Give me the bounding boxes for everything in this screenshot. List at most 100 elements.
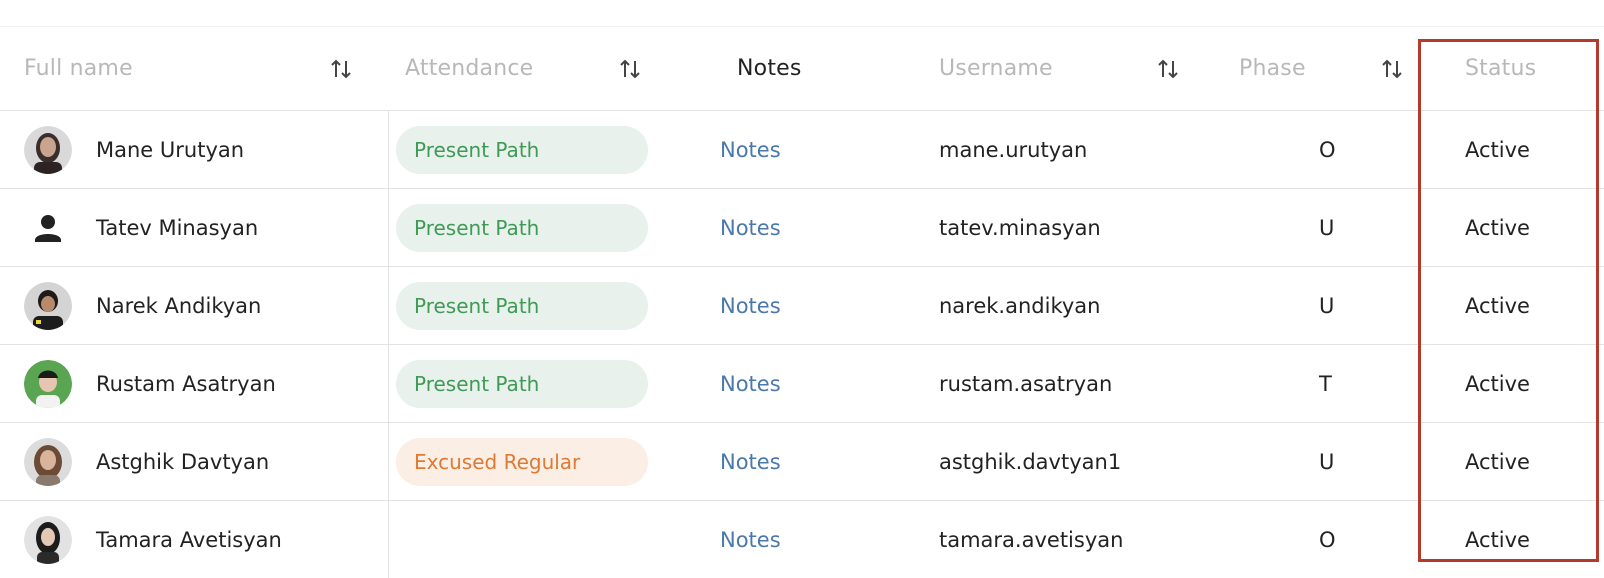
attendance-cell: Present Path xyxy=(389,189,680,266)
person-name: Tamara Avetisyan xyxy=(96,528,282,552)
phase-text: T xyxy=(1319,371,1332,396)
attendance-cell: Excused Regular xyxy=(389,423,680,500)
phase-text: O xyxy=(1319,137,1336,162)
sort-icon[interactable] xyxy=(1381,57,1403,81)
avatar xyxy=(24,516,72,564)
header-notes: Notes xyxy=(680,27,917,110)
phase-cell: U xyxy=(1207,189,1427,266)
status-text: Active xyxy=(1465,137,1530,162)
avatar xyxy=(24,281,72,330)
table-row[interactable]: Rustam Asatryan Present Path Notes rusta… xyxy=(0,345,1604,423)
status-cell: Active xyxy=(1427,501,1604,578)
attendance-cell: Present Path xyxy=(389,267,680,344)
status-cell: Active xyxy=(1427,111,1604,188)
status-cell: Active xyxy=(1427,345,1604,422)
phase-cell: O xyxy=(1207,501,1427,578)
notes-link[interactable]: Notes xyxy=(720,294,781,318)
notes-cell: Notes xyxy=(680,423,917,500)
person-name: Tatev Minasyan xyxy=(96,215,259,240)
name-cell: Astghik Davtyan xyxy=(0,423,389,500)
username-cell: tatev.minasyan xyxy=(917,189,1207,266)
table-row[interactable]: Astghik Davtyan Excused Regular Notes as… xyxy=(0,423,1604,501)
status-text: Active xyxy=(1465,215,1530,240)
username-text: rustam.asatryan xyxy=(939,371,1113,396)
notes-link[interactable]: Notes xyxy=(720,450,781,474)
header-full-name[interactable]: Full name xyxy=(0,27,389,110)
notes-link[interactable]: Notes xyxy=(720,372,781,396)
status-cell: Active xyxy=(1427,189,1604,266)
table-header: Full name Attendance Notes Username Phas… xyxy=(0,27,1604,111)
status-text: Active xyxy=(1465,371,1530,396)
sort-icon[interactable] xyxy=(1157,57,1179,81)
header-username[interactable]: Username xyxy=(917,27,1207,110)
notes-link[interactable]: Notes xyxy=(720,528,781,552)
header-status-label: Status xyxy=(1465,56,1537,81)
status-cell: Active xyxy=(1427,423,1604,500)
name-cell: Narek Andikyan xyxy=(0,267,389,344)
table-row[interactable]: Tatev Minasyan Present Path Notes tatev.… xyxy=(0,189,1604,267)
table-row[interactable]: Tamara Avetisyan Notes tamara.avetisyan … xyxy=(0,501,1604,578)
phase-cell: T xyxy=(1207,345,1427,422)
header-phase[interactable]: Phase xyxy=(1207,27,1427,110)
status-text: Active xyxy=(1465,293,1530,318)
avatar xyxy=(24,437,72,486)
notes-link[interactable]: Notes xyxy=(720,216,781,240)
phase-cell: O xyxy=(1207,111,1427,188)
attendance-badge[interactable]: Present Path xyxy=(396,125,648,174)
header-phase-label: Phase xyxy=(1239,56,1306,81)
notes-link[interactable]: Notes xyxy=(720,138,781,162)
header-status: Status xyxy=(1427,27,1604,110)
notes-cell: Notes xyxy=(680,189,917,266)
username-text: mane.urutyan xyxy=(939,137,1088,162)
students-table-page: Full name Attendance Notes Username Phas… xyxy=(0,0,1604,578)
notes-cell: Notes xyxy=(680,345,917,422)
phase-text: U xyxy=(1319,449,1335,474)
attendance-cell xyxy=(389,501,680,578)
header-username-label: Username xyxy=(939,56,1053,81)
username-cell: tamara.avetisyan xyxy=(917,501,1207,578)
header-attendance[interactable]: Attendance xyxy=(389,27,680,110)
phase-cell: U xyxy=(1207,423,1427,500)
person-icon xyxy=(35,214,61,242)
person-name: Narek Andikyan xyxy=(96,293,262,318)
header-full-name-label: Full name xyxy=(24,56,133,81)
phase-text: U xyxy=(1319,215,1335,240)
username-text: tamara.avetisyan xyxy=(939,528,1124,552)
username-cell: rustam.asatryan xyxy=(917,345,1207,422)
header-notes-label: Notes xyxy=(737,56,802,81)
username-text: tatev.minasyan xyxy=(939,215,1101,240)
person-name: Mane Urutyan xyxy=(96,137,245,162)
attendance-cell: Present Path xyxy=(389,111,680,188)
status-text: Active xyxy=(1465,449,1530,474)
name-cell: Tamara Avetisyan xyxy=(0,501,389,578)
attendance-cell: Present Path xyxy=(389,345,680,422)
name-cell: Rustam Asatryan xyxy=(0,345,389,422)
person-name: Astghik Davtyan xyxy=(96,449,270,474)
username-text: narek.andikyan xyxy=(939,293,1101,318)
notes-cell: Notes xyxy=(680,501,917,578)
username-text: astghik.davtyan1 xyxy=(939,449,1122,474)
sort-icon[interactable] xyxy=(330,57,352,81)
sort-icon[interactable] xyxy=(619,57,641,81)
phase-text: U xyxy=(1319,293,1335,318)
table-row[interactable]: Narek Andikyan Present Path Notes narek.… xyxy=(0,267,1604,345)
notes-cell: Notes xyxy=(680,111,917,188)
status-cell: Active xyxy=(1427,267,1604,344)
attendance-badge[interactable]: Present Path xyxy=(396,281,648,330)
status-text: Active xyxy=(1465,528,1530,552)
notes-cell: Notes xyxy=(680,267,917,344)
header-attendance-label: Attendance xyxy=(405,56,534,81)
attendance-badge[interactable]: Present Path xyxy=(396,203,648,252)
person-name: Rustam Asatryan xyxy=(96,371,276,396)
table-row[interactable]: Mane Urutyan Present Path Notes mane.uru… xyxy=(0,111,1604,189)
top-strip xyxy=(0,0,1604,27)
name-cell: Tatev Minasyan xyxy=(0,189,389,266)
students-table: Full name Attendance Notes Username Phas… xyxy=(0,27,1604,578)
avatar xyxy=(24,359,72,408)
attendance-badge[interactable]: Present Path xyxy=(396,359,648,408)
attendance-badge[interactable]: Excused Regular xyxy=(396,437,648,486)
username-cell: narek.andikyan xyxy=(917,267,1207,344)
name-cell: Mane Urutyan xyxy=(0,111,389,188)
phase-text: O xyxy=(1319,528,1336,552)
username-cell: mane.urutyan xyxy=(917,111,1207,188)
